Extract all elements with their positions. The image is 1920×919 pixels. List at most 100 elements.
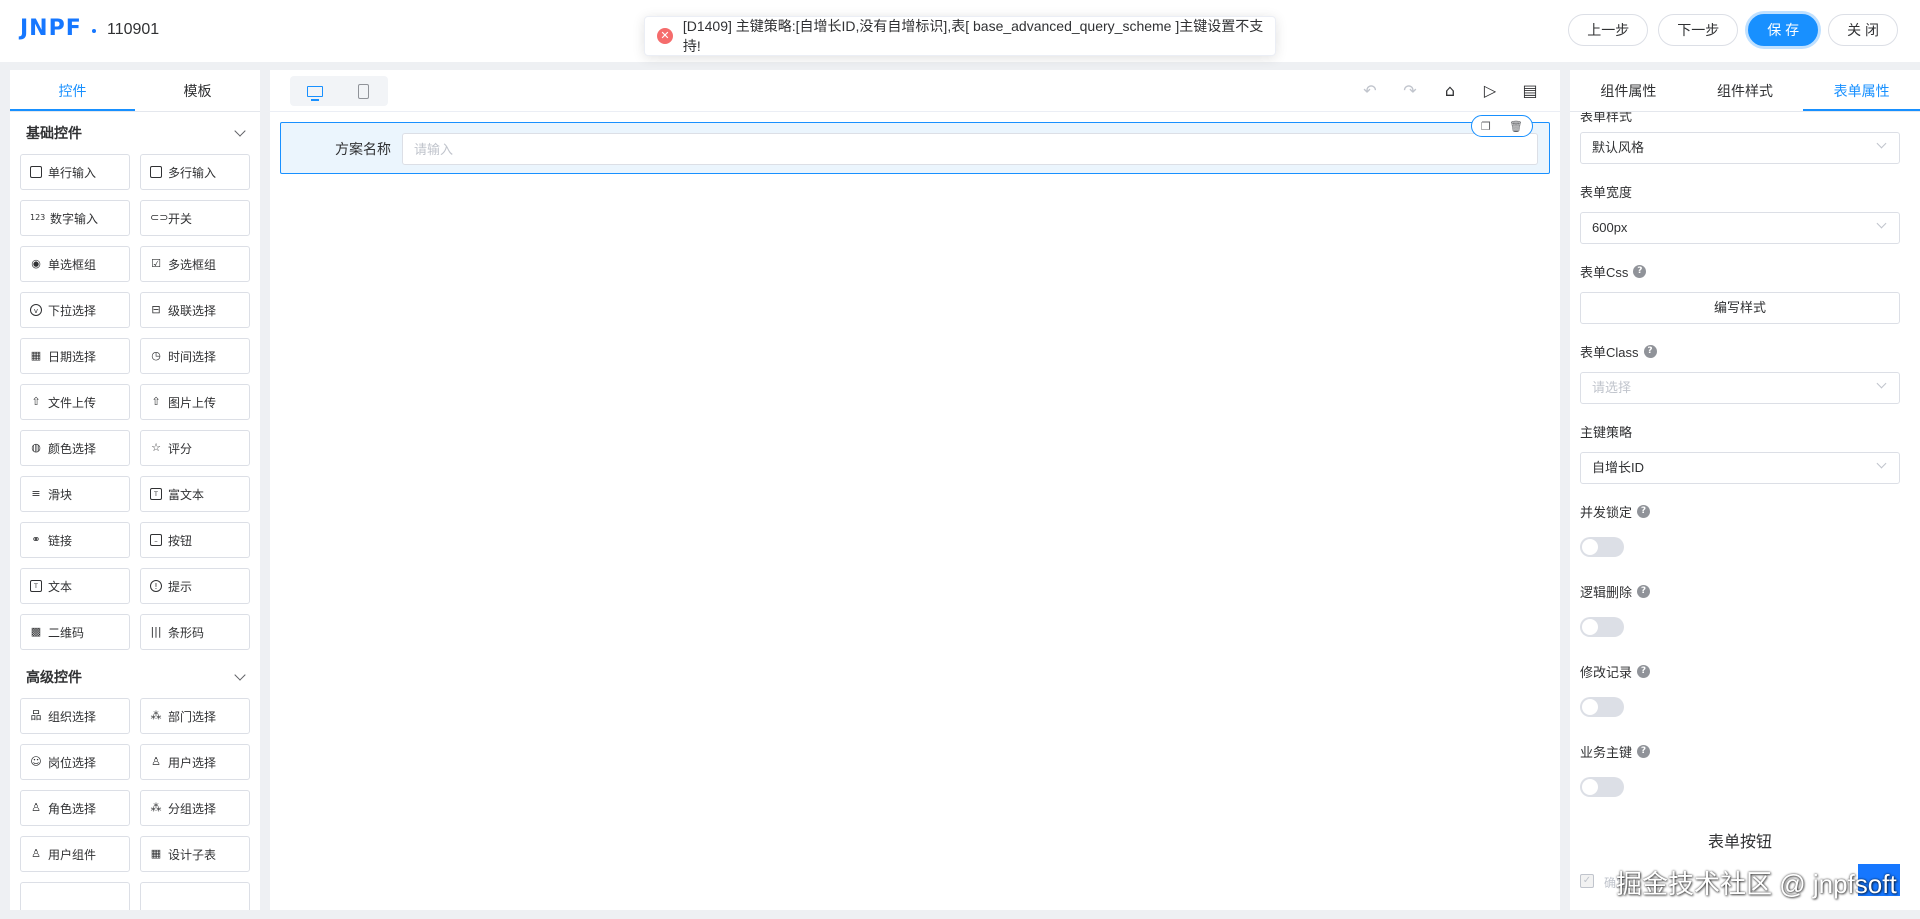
- concurrency-lock-label: 并发锁定?: [1580, 502, 1651, 521]
- desktop-view-button[interactable]: [290, 76, 339, 106]
- form-class-select[interactable]: 请选择: [1580, 372, 1900, 404]
- component-item[interactable]: 品组织选择: [20, 698, 130, 734]
- palette-icon: ◍: [31, 441, 41, 454]
- component-label: 设计子表: [168, 847, 217, 862]
- component-item[interactable]: ||| 条形码: [140, 614, 250, 650]
- save-button[interactable]: 保 存: [1748, 14, 1819, 46]
- write-style-button[interactable]: 编写样式: [1580, 292, 1900, 324]
- component-item[interactable]: ▩ 二维码: [20, 614, 130, 650]
- component-item[interactable]: ⊟ 级联选择: [140, 292, 250, 328]
- component-label: 多选框组: [168, 257, 217, 272]
- preview-icon[interactable]: ▷: [1480, 81, 1500, 101]
- redo-icon[interactable]: ↷: [1400, 81, 1420, 101]
- pk-strategy-select[interactable]: 自增长ID: [1580, 452, 1900, 484]
- component-item[interactable]: ▦ 设计子表: [140, 836, 250, 872]
- label-text: 修改记录: [1580, 665, 1633, 680]
- save-draft-icon[interactable]: ▤: [1520, 81, 1540, 101]
- link-icon: ⚭: [31, 533, 41, 546]
- table-icon: ▦: [150, 847, 162, 860]
- logic-delete-label: 逻辑删除?: [1580, 582, 1651, 601]
- component-item[interactable]: ♙ 角色选择: [20, 790, 130, 826]
- scheme-name-input[interactable]: [402, 133, 1538, 165]
- next-step-button[interactable]: 下一步: [1658, 14, 1739, 46]
- form-buttons-title: 表单按钮: [1707, 834, 1772, 851]
- group-advanced-header[interactable]: 高级控件: [10, 656, 260, 698]
- component-item[interactable]: 多行输入: [140, 154, 250, 190]
- copy-icon[interactable]: ❐: [1481, 120, 1491, 133]
- concurrency-lock-switch[interactable]: [1580, 537, 1624, 557]
- form-code: 110901: [107, 21, 160, 38]
- component-label: 单选框组: [48, 257, 97, 272]
- component-item[interactable]: ◍ 颜色选择: [20, 430, 130, 466]
- confirm-checkbox[interactable]: ✓: [1580, 874, 1594, 888]
- tab-form-props[interactable]: 表单属性: [1803, 70, 1920, 111]
- component-label: 日期选择: [48, 349, 97, 364]
- toast-message: [D1409] 主键策略:[自增长ID,没有自增标识],表[ base_adva…: [682, 18, 1264, 54]
- text-icon: T: [30, 580, 42, 592]
- tab-controls[interactable]: 控件: [10, 70, 135, 111]
- properties-tabs: 组件属性 组件样式 表单属性: [1570, 70, 1920, 112]
- help-icon[interactable]: ?: [1637, 585, 1651, 598]
- biz-pk-switch[interactable]: [1580, 777, 1624, 797]
- slider-icon: ≡: [31, 487, 41, 500]
- component-item[interactable]: ! 提示: [140, 568, 250, 604]
- help-icon[interactable]: ?: [1643, 345, 1657, 358]
- component-item[interactable]: ◷ 时间选择: [140, 338, 250, 374]
- component-item[interactable]: ▦ 日期选择: [20, 338, 130, 374]
- form-width-select[interactable]: 600px: [1580, 212, 1900, 244]
- barcode-icon: |||: [150, 625, 162, 638]
- richtext-icon: T: [150, 488, 162, 500]
- tab-templates[interactable]: 模板: [135, 70, 260, 111]
- component-item-partial[interactable]: [20, 882, 130, 910]
- close-button[interactable]: 关 闭: [1828, 14, 1898, 46]
- component-label: 评分: [168, 441, 193, 456]
- select-value: 自增长ID: [1592, 460, 1645, 475]
- logic-delete-switch[interactable]: [1580, 617, 1624, 637]
- monitor-icon: [306, 85, 323, 101]
- component-item[interactable]: ♙ 用户选择: [140, 744, 250, 780]
- delete-icon[interactable]: 🗑: [1509, 120, 1523, 133]
- component-item-partial[interactable]: [140, 882, 250, 910]
- group-title: 基础控件: [26, 125, 82, 141]
- component-item[interactable]: ⚭ 链接: [20, 522, 130, 558]
- component-item[interactable]: ⇧ 图片上传: [140, 384, 250, 420]
- change-log-switch[interactable]: [1580, 697, 1624, 717]
- component-label: 链接: [48, 533, 73, 548]
- component-item[interactable]: ⊂⊃ 开关: [140, 200, 250, 236]
- component-item[interactable]: ☺ 岗位选择: [20, 744, 130, 780]
- prev-step-button[interactable]: 上一步: [1568, 14, 1649, 46]
- component-item[interactable]: v 下拉选择: [20, 292, 130, 328]
- component-item[interactable]: ☆ 评分: [140, 430, 250, 466]
- group-basic-header[interactable]: 基础控件: [10, 112, 260, 154]
- component-item[interactable]: 单行输入: [20, 154, 130, 190]
- component-item[interactable]: ⇧ 文件上传: [20, 384, 130, 420]
- tab-component-props[interactable]: 组件属性: [1570, 70, 1687, 111]
- component-item[interactable]: ≡ 滑块: [20, 476, 130, 512]
- component-item[interactable]: 123 数字输入: [20, 200, 130, 236]
- component-item[interactable]: T 文本: [20, 568, 130, 604]
- component-label: 时间选择: [168, 349, 217, 364]
- component-item[interactable]: ◉ 单选框组: [20, 246, 130, 282]
- tab-component-style[interactable]: 组件样式: [1687, 70, 1804, 111]
- component-item[interactable]: ⁂ 部门选择: [140, 698, 250, 734]
- alert-icon: !: [150, 580, 162, 592]
- help-icon[interactable]: ?: [1637, 505, 1651, 518]
- help-icon[interactable]: ?: [1637, 745, 1651, 758]
- chevron-down-icon: [1876, 218, 1887, 229]
- cascader-icon: ⊟: [151, 303, 161, 316]
- component-item[interactable]: – 按钮: [140, 522, 250, 558]
- label-text: 表单Class: [1580, 345, 1639, 360]
- component-item[interactable]: ♙ 用户组件: [20, 836, 130, 872]
- help-icon[interactable]: ?: [1633, 265, 1647, 278]
- help-icon[interactable]: ?: [1637, 665, 1651, 678]
- undo-icon[interactable]: ↶: [1360, 81, 1380, 101]
- component-item[interactable]: ☑ 多选框组: [140, 246, 250, 282]
- tablet-view-button[interactable]: [339, 76, 388, 106]
- form-style-select[interactable]: 默认风格: [1580, 132, 1900, 164]
- component-item[interactable]: T 富文本: [140, 476, 250, 512]
- component-item[interactable]: ⁂ 分组选择: [140, 790, 250, 826]
- app-logo: JNPF: [20, 16, 82, 41]
- form-css-label: 表单Css?: [1580, 262, 1647, 281]
- form-field-selected[interactable]: 方案名称 ❐ 🗑: [280, 115, 1550, 174]
- clear-icon[interactable]: ⌂: [1440, 81, 1460, 101]
